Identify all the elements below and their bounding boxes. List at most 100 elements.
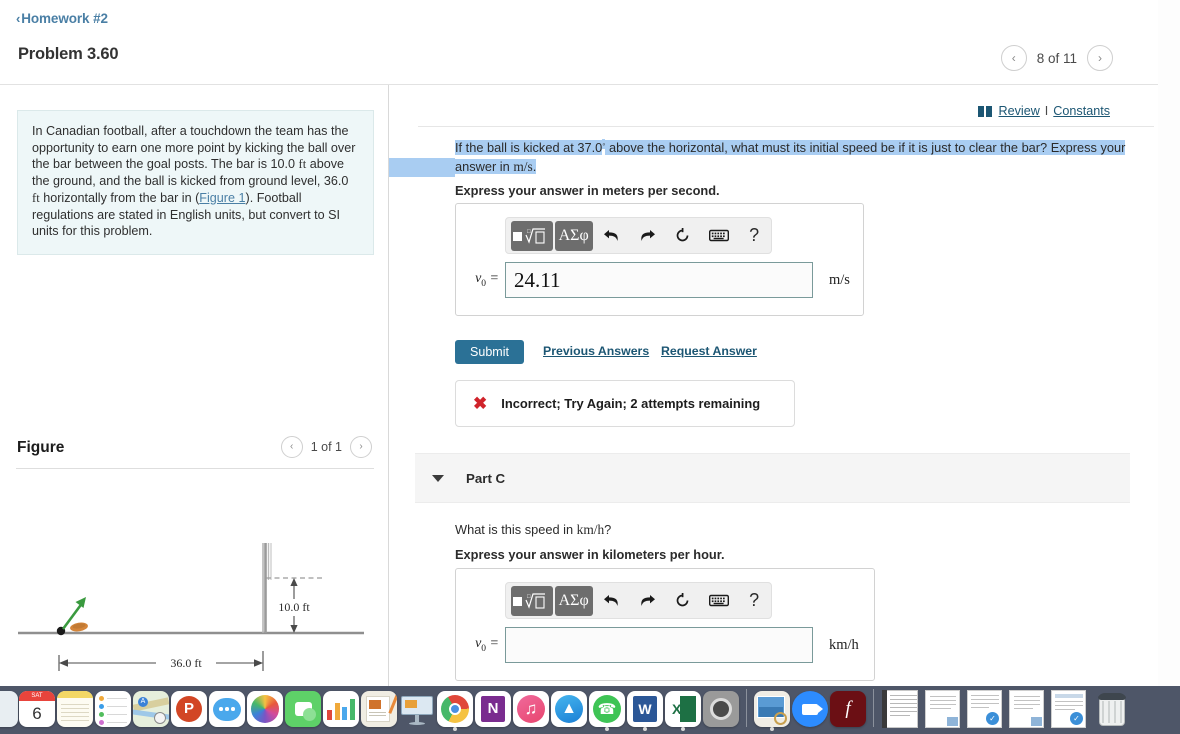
greek-letters-button[interactable]: ΑΣφ [554,220,593,251]
help-icon-c[interactable]: ? [737,586,771,616]
reset-icon-c[interactable] [666,586,700,616]
undo-glyph-c [604,595,618,606]
dock-item-trash[interactable] [1090,686,1134,732]
part-c-header[interactable]: Part C [415,453,1130,503]
dock-item-zoom[interactable] [791,686,829,732]
dock-item-messages[interactable] [208,686,246,732]
breadcrumb[interactable]: ‹Homework #2 [16,11,108,26]
constants-link[interactable]: Constants [1053,104,1110,118]
review-divider [418,126,1154,127]
breadcrumb-label: Homework #2 [21,11,108,26]
answer-units-b: m/s [829,271,850,288]
dock-item-onenote[interactable]: N [474,686,512,732]
answer-widget-c: □ ΑΣφ ? v0 = km/h [455,568,875,681]
part-c-question-unit: km/h [576,522,605,537]
problem-pager: ‹ 8 of 11 › [1000,45,1113,71]
figure-prev-button[interactable]: ‹ [280,436,303,458]
notes-icon [57,691,93,727]
dock-item-whatsapp[interactable]: ☎ [588,686,626,732]
dock-item-keynote[interactable] [398,686,436,732]
dock-item-finder[interactable] [0,686,18,732]
math-template-icon[interactable]: □ [511,220,553,251]
dock-item-numbers[interactable] [322,686,360,732]
previous-answers-link[interactable]: Previous Answers [543,344,649,358]
dock-item-maps[interactable]: A [132,686,170,732]
dock-item-text-doc-2[interactable] [1006,686,1048,732]
dock-item-notebook-doc[interactable] [880,686,922,732]
figure-next-button[interactable]: › [350,436,372,458]
maps-icon: A [133,691,169,727]
next-problem-button[interactable]: › [1087,45,1113,71]
dock-item-reminders[interactable] [94,686,132,732]
redo-icon-c[interactable] [630,586,664,616]
math-template-icon-c[interactable]: □ [511,585,553,616]
dist-arrow-right [254,659,263,667]
right-pane: Review I Constants If the ball is kicked… [389,85,1158,686]
figure-divider [16,468,374,469]
svg-text:□: □ [527,594,531,600]
prev-problem-button[interactable]: ‹ [1000,45,1027,71]
dock-item-text-doc[interactable] [922,686,964,732]
figure-1-link[interactable]: Figure 1 [199,191,245,205]
answer-input-c[interactable] [505,627,813,663]
dock-item-spreadsheet-doc[interactable]: ✓ [964,686,1006,732]
undo-icon[interactable] [595,221,629,251]
feedback-banner: ✖ Incorrect; Try Again; 2 attempts remai… [455,380,795,427]
part-c-question-pre: What is this speed in [455,522,577,537]
template-glyph: □ [512,227,545,244]
answer-input-b[interactable] [505,262,813,298]
dock-item-report-doc[interactable]: ✓ [1048,686,1090,732]
dock-item-word[interactable]: W [626,686,664,732]
keyboard-icon-c[interactable] [702,586,736,616]
dock-item-pages[interactable] [360,686,398,732]
dock-item-calendar[interactable]: SAT 6 [18,686,56,732]
reset-icon[interactable] [666,221,700,251]
dock-item-system-preferences[interactable] [702,686,740,732]
question-text: If the ball is kicked at 37.0◦ above the… [389,138,1155,177]
dock-item-preview[interactable] [753,686,791,732]
math-toolbar-c: □ ΑΣφ ? [505,582,772,619]
redo-icon[interactable] [630,221,664,251]
answer-variable-label-c: v0 = [475,636,499,654]
dock-item-app-store[interactable]: ▲ [550,686,588,732]
help-icon[interactable]: ? [737,221,771,251]
keyboard-glyph [708,229,729,242]
math-toolbar-b: □ ΑΣφ ? [505,217,772,254]
chevron-down-icon [432,474,444,482]
undo-icon-c[interactable] [595,586,629,616]
figure-pager-count: 1 of 1 [310,440,342,454]
redo-glyph [640,230,655,241]
figure-diagram[interactable]: 10.0 ft 36.0 ft [16,485,374,685]
preview-icon [754,691,790,727]
app-store-icon: ▲ [551,691,587,727]
word-icon: W [627,691,663,727]
figure-header: Figure ‹ 1 of 1 › [0,430,388,480]
page-right-margin [1158,0,1180,686]
trash-icon [1097,693,1127,727]
review-links: Review I Constants [977,104,1110,118]
left-pane: In Canadian football, after a touchdown … [0,85,388,686]
reset-glyph [677,228,689,242]
request-answer-link[interactable]: Request Answer [661,344,757,358]
dock-item-flash-player[interactable]: f [829,686,867,732]
dock-item-powerpoint[interactable]: P [170,686,208,732]
running-indicator-excel [681,727,685,731]
dock-item-chrome[interactable] [436,686,474,732]
dock-separator-2 [873,689,874,727]
screen: ‹Homework #2 Problem 3.60 ‹ 8 of 11 › In… [0,0,1180,734]
calendar-icon: SAT 6 [19,691,55,727]
submit-button[interactable]: Submit [455,340,524,364]
greek-letters-button-c[interactable]: ΑΣφ [554,585,593,616]
dock-item-excel[interactable]: X [664,686,702,732]
dock-item-music[interactable]: ♫ [512,686,550,732]
figure-title: Figure [17,439,65,456]
messages-icon [209,691,245,727]
keyboard-icon[interactable] [702,221,736,251]
dock-item-notes[interactable] [56,686,94,732]
figure-svg: 10.0 ft 36.0 ft [18,543,364,671]
part-c-question: What is this speed in km/h? [455,522,611,538]
dock-item-facetime[interactable] [284,686,322,732]
incorrect-icon: ✖ [473,394,488,413]
dock-item-photos[interactable] [246,686,284,732]
review-link[interactable]: Review [999,104,1040,118]
